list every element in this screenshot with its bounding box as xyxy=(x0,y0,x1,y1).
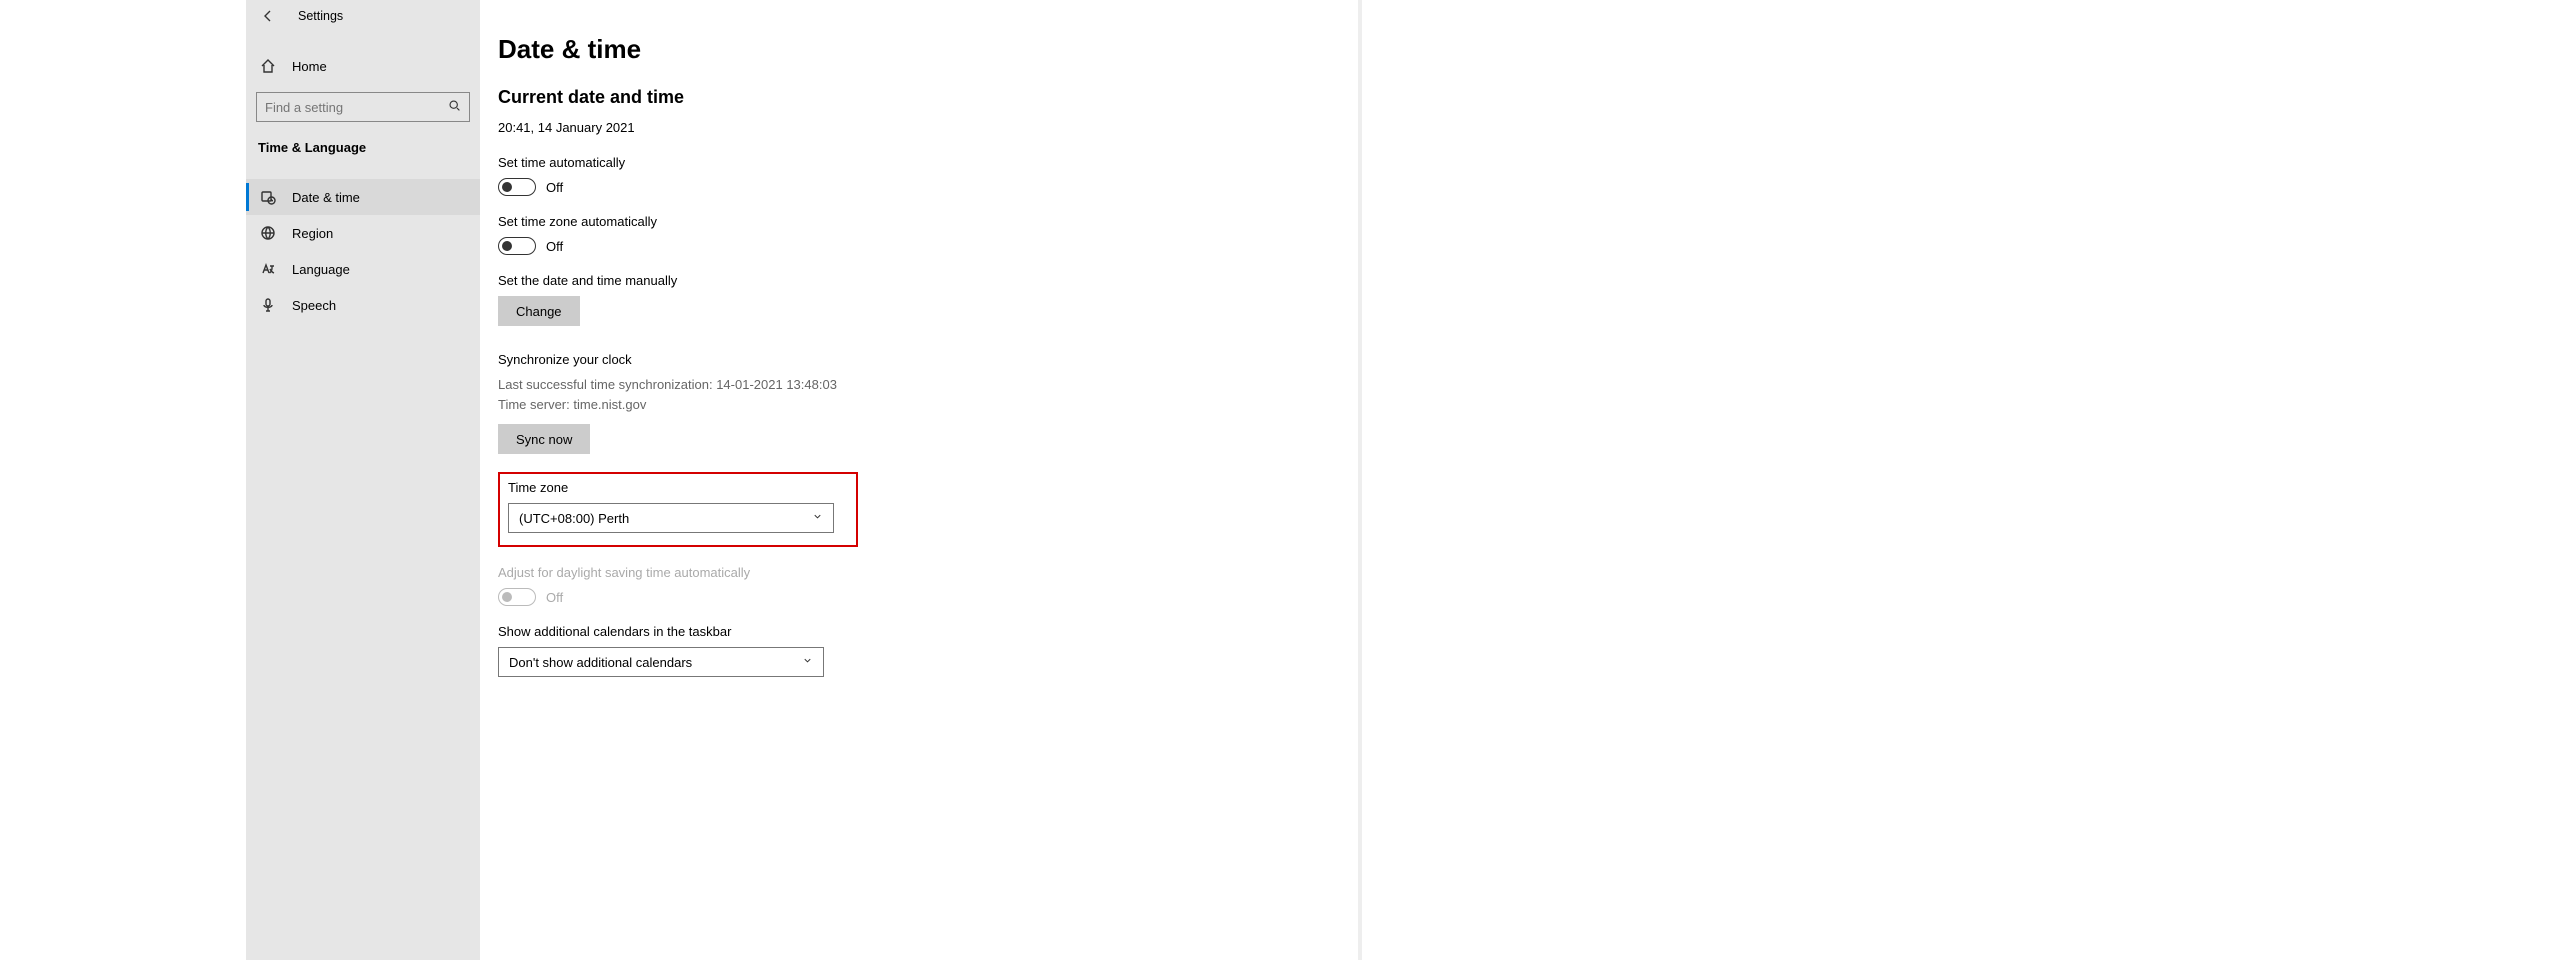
manual-set-label: Set the date and time manually xyxy=(498,273,1344,288)
timezone-dropdown[interactable]: (UTC+08:00) Perth xyxy=(508,503,834,533)
sync-now-button[interactable]: Sync now xyxy=(498,424,590,454)
set-tz-auto-label: Set time zone automatically xyxy=(498,214,1344,229)
sync-last-value: Last successful time synchronization: 14… xyxy=(498,375,1344,395)
back-icon[interactable] xyxy=(260,8,276,24)
window-edge xyxy=(1358,0,1362,960)
calendars-value: Don't show additional calendars xyxy=(509,655,692,670)
home-icon xyxy=(260,58,276,74)
sidebar-item-label: Region xyxy=(292,226,333,241)
sidebar-item-label: Language xyxy=(292,262,350,277)
set-time-auto-toggle[interactable] xyxy=(498,178,536,196)
current-datetime-value: 20:41, 14 January 2021 xyxy=(498,120,1344,135)
timezone-value: (UTC+08:00) Perth xyxy=(519,511,629,526)
microphone-icon xyxy=(260,297,276,313)
window-title: Settings xyxy=(298,9,343,23)
sidebar-item-region[interactable]: Region xyxy=(246,215,480,251)
page-title: Date & time xyxy=(498,34,1344,65)
globe-icon xyxy=(260,225,276,241)
sidebar-item-home[interactable]: Home xyxy=(246,48,480,84)
main-content: Date & time Current date and time 20:41,… xyxy=(480,0,1362,960)
sidebar: Settings Home Time & Language Date & xyxy=(246,0,480,960)
set-time-auto-label: Set time automatically xyxy=(498,155,1344,170)
sidebar-item-label: Speech xyxy=(292,298,336,313)
dst-state: Off xyxy=(546,590,563,605)
calendars-label: Show additional calendars in the taskbar xyxy=(498,624,1344,639)
search-icon xyxy=(448,99,461,115)
chevron-down-icon xyxy=(802,655,813,669)
sync-server-value: Time server: time.nist.gov xyxy=(498,395,1344,415)
settings-window: Settings Home Time & Language Date & xyxy=(246,0,1362,960)
timezone-label: Time zone xyxy=(508,480,846,495)
set-tz-auto-toggle[interactable] xyxy=(498,237,536,255)
dst-label: Adjust for daylight saving time automati… xyxy=(498,565,1344,580)
set-tz-auto-state: Off xyxy=(546,239,563,254)
sidebar-category: Time & Language xyxy=(246,122,480,169)
search-input[interactable] xyxy=(265,100,448,115)
set-time-auto-state: Off xyxy=(546,180,563,195)
search-input-wrap[interactable] xyxy=(256,92,470,122)
current-datetime-heading: Current date and time xyxy=(498,87,1344,108)
change-button[interactable]: Change xyxy=(498,296,580,326)
sidebar-item-date-time[interactable]: Date & time xyxy=(246,179,480,215)
calendars-dropdown[interactable]: Don't show additional calendars xyxy=(498,647,824,677)
sidebar-item-label: Date & time xyxy=(292,190,360,205)
timezone-highlight: Time zone (UTC+08:00) Perth xyxy=(498,472,858,547)
sync-clock-label: Synchronize your clock xyxy=(498,352,1344,367)
chevron-down-icon xyxy=(812,511,823,525)
sidebar-item-speech[interactable]: Speech xyxy=(246,287,480,323)
sidebar-home-label: Home xyxy=(292,59,327,74)
clock-calendar-icon xyxy=(260,189,276,205)
dst-toggle xyxy=(498,588,536,606)
sidebar-item-language[interactable]: Language xyxy=(246,251,480,287)
language-icon xyxy=(260,261,276,277)
